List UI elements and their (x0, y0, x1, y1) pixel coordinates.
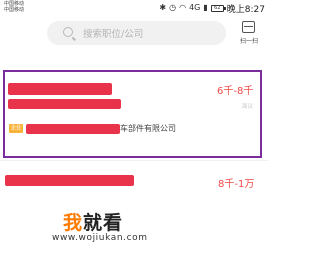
job-card[interactable]: 8千-1万 (0, 165, 268, 225)
scan-label: 扫一扫 (239, 38, 258, 45)
alarm-icon: ◷ (169, 3, 177, 12)
job-list-screen: 中国移动 中国移动 ✱ ◷ ◠ 4G ▮ 62 晚上8:27 搜索职位/公司 扫… (0, 0, 268, 263)
scan-icon (242, 21, 255, 33)
search-input[interactable]: 搜索职位/公司 (47, 21, 226, 45)
redacted-company-name (26, 124, 120, 134)
company-badge: 企业 (9, 124, 23, 133)
watermark-char-1: 我 (63, 212, 84, 234)
carrier-label-2: 中国移动 (4, 7, 25, 13)
list-divider (0, 160, 268, 161)
job-salary: 6千-8千 (217, 86, 254, 97)
bluetooth-icon: ✱ (159, 3, 167, 12)
company-name-suffix: 车部件有限公司 (120, 124, 176, 133)
wifi-icon: ◠ (179, 3, 187, 12)
watermark-logo: 我就看 (63, 208, 123, 235)
clock: 晚上8:27 (226, 4, 265, 15)
carrier-info: 中国移动 中国移动 (4, 1, 24, 13)
status-icons: ✱ ◷ ◠ 4G ▮ 62 晚上8:27 (159, 2, 265, 15)
search-icon (63, 27, 73, 37)
watermark-char-2: 就看 (83, 212, 124, 234)
watermark-url: www.wojiukan.com (52, 233, 148, 243)
search-placeholder: 搜索职位/公司 (83, 29, 144, 40)
battery-level: 62 (214, 4, 221, 11)
battery-icon: 62 (210, 4, 226, 12)
signal-icon: ▮ (203, 3, 208, 12)
job-salary: 8千-1万 (218, 179, 255, 190)
job-tag: 面议 (242, 104, 254, 110)
scan-button[interactable]: 扫一扫 (236, 20, 262, 48)
network-type: 4G (189, 3, 201, 12)
job-card-highlighted[interactable]: 6千-8千 面议 企业 车部件有限公司 (3, 70, 262, 158)
redacted-job-title (5, 175, 134, 186)
status-bar: 中国移动 中国移动 ✱ ◷ ◠ 4G ▮ 62 晚上8:27 (0, 0, 268, 16)
redacted-job-title (8, 83, 112, 95)
redacted-job-detail (8, 99, 121, 109)
